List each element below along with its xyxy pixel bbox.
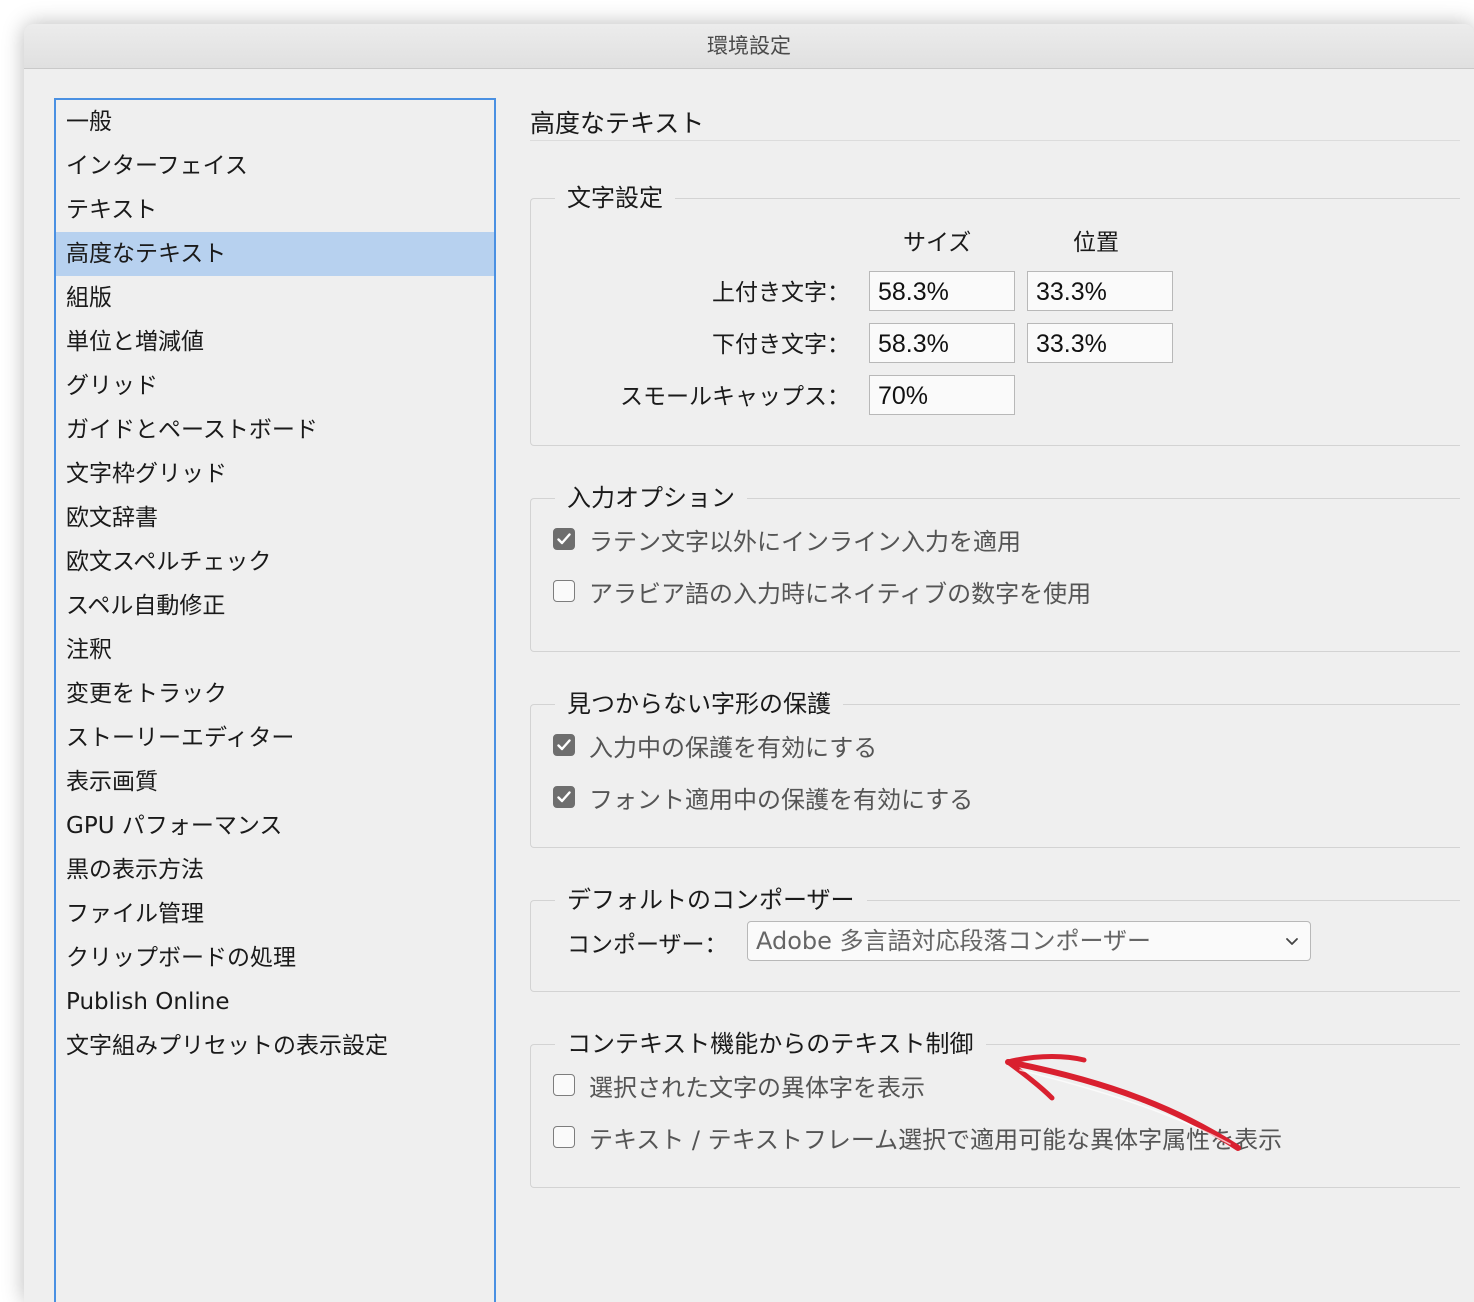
sidebar-item[interactable]: インターフェイス [56, 144, 494, 188]
sidebar-item[interactable]: 黒の表示方法 [56, 848, 494, 892]
composer-select[interactable]: Adobe 多言語対応段落コンポーザー [747, 921, 1311, 961]
show-frame-alternates-checkbox[interactable] [553, 1126, 575, 1148]
sidebar-item[interactable]: 一般 [56, 100, 494, 144]
show-alternates-checkbox[interactable] [553, 1074, 575, 1096]
sidebar-item[interactable]: 単位と増減値 [56, 320, 494, 364]
contextual-controls-legend: コンテキスト機能からのテキスト制御 [555, 1028, 986, 1060]
sidebar-item[interactable]: ガイドとペーストボード [56, 408, 494, 452]
sidebar-item[interactable]: クリップボードの処理 [56, 936, 494, 980]
sidebar-item[interactable]: 欧文辞書 [56, 496, 494, 540]
panel-title-divider [530, 140, 1460, 141]
checkmark-icon [557, 791, 571, 803]
sidebar-item[interactable]: 文字枠グリッド [56, 452, 494, 496]
show-alternates-checkbox-row[interactable]: 選択された文字の異体字を表示 [553, 1069, 925, 1102]
native-digits-label: アラビア語の入力時にネイティブの数字を使用 [589, 579, 1092, 608]
protect-typing-checkbox-row[interactable]: 入力中の保護を有効にする [553, 729, 878, 762]
show-frame-alternates-checkbox-row[interactable]: テキスト / テキストフレーム選択で適用可能な異体字属性を表示 [553, 1121, 1283, 1154]
sidebar-list: 一般 インターフェイス テキスト 高度なテキスト 組版 単位と増減値 グリッド ガイドとペース… [56, 100, 494, 1068]
native-digits-checkbox[interactable] [553, 580, 575, 602]
subscript-size-field[interactable]: 58.3% [869, 323, 1015, 363]
inline-input-checkbox-row[interactable]: ラテン文字以外にインライン入力を適用 [553, 523, 1021, 556]
default-composer-legend: デフォルトのコンポーザー [555, 884, 867, 916]
window-title: 環境設定 [24, 24, 1474, 69]
native-digits-checkbox-row[interactable]: アラビア語の入力時にネイティブの数字を使用 [553, 575, 1092, 608]
protect-font-checkbox[interactable] [553, 786, 575, 808]
sidebar-item[interactable]: ファイル管理 [56, 892, 494, 936]
position-column-header: 位置 [1073, 230, 1119, 256]
missing-glyph-group: 見つからない字形の保護 入力中の保護を有効にする フォント適用中の保護を有効にす… [530, 688, 1460, 848]
sidebar-item[interactable]: GPU パフォーマンス [56, 804, 494, 848]
sidebar-item[interactable]: スペル自動修正 [56, 584, 494, 628]
sidebar-item[interactable]: 組版 [56, 276, 494, 320]
character-settings-group: 文字設定 サイズ 位置 上付き文字： 58.3% 33.3% 下付き文字： 58… [530, 182, 1460, 446]
sidebar-item[interactable]: 変更をトラック [56, 672, 494, 716]
superscript-size-field[interactable]: 58.3% [869, 271, 1015, 311]
protect-typing-checkbox[interactable] [553, 734, 575, 756]
composer-select-value: Adobe 多言語対応段落コンポーザー [756, 927, 1152, 955]
inline-input-checkbox[interactable] [553, 528, 575, 550]
small-caps-label: スモールキャップス： [620, 384, 850, 410]
sidebar-item[interactable]: ストーリーエディター [56, 716, 494, 760]
checkmark-icon [557, 533, 571, 545]
sidebar-item[interactable]: テキスト [56, 188, 494, 232]
sidebar-item[interactable]: 注釈 [56, 628, 494, 672]
sidebar-item[interactable]: グリッド [56, 364, 494, 408]
small-caps-size-field[interactable]: 70% [869, 375, 1015, 415]
protect-typing-label: 入力中の保護を有効にする [589, 733, 878, 762]
default-composer-group: デフォルトのコンポーザー コンポーザー： Adobe 多言語対応段落コンポーザー [530, 884, 1460, 992]
preferences-window: 環境設定 一般 インターフェイス テキスト 高度なテキスト 組版 単位と増減値 グリッド ガイ… [24, 24, 1474, 1302]
chevron-down-icon [1286, 938, 1298, 945]
preferences-sidebar[interactable]: 一般 インターフェイス テキスト 高度なテキスト 組版 単位と増減値 グリッド ガイドとペース… [54, 98, 496, 1302]
superscript-label: 上付き文字： [712, 280, 850, 306]
missing-glyph-legend: 見つからない字形の保護 [555, 688, 843, 720]
checkmark-icon [557, 739, 571, 751]
sidebar-item[interactable]: 文字組みプリセットの表示設定 [56, 1024, 494, 1068]
sidebar-item[interactable]: 表示画質 [56, 760, 494, 804]
superscript-position-field[interactable]: 33.3% [1027, 271, 1173, 311]
protect-font-checkbox-row[interactable]: フォント適用中の保護を有効にする [553, 781, 974, 814]
sidebar-item[interactable]: 欧文スペルチェック [56, 540, 494, 584]
sidebar-item[interactable]: 高度なテキスト [56, 232, 494, 276]
input-options-legend: 入力オプション [555, 482, 747, 514]
show-alternates-label: 選択された文字の異体字を表示 [589, 1073, 925, 1102]
subscript-label: 下付き文字： [712, 332, 850, 358]
subscript-position-field[interactable]: 33.3% [1027, 323, 1173, 363]
contextual-controls-group: コンテキスト機能からのテキスト制御 選択された文字の異体字を表示 テキスト / … [530, 1028, 1460, 1188]
sidebar-item[interactable]: Publish Online [56, 980, 494, 1024]
character-settings-legend: 文字設定 [555, 182, 675, 214]
size-column-header: サイズ [903, 230, 972, 256]
protect-font-label: フォント適用中の保護を有効にする [589, 785, 974, 814]
show-frame-alternates-label: テキスト / テキストフレーム選択で適用可能な異体字属性を表示 [589, 1125, 1283, 1154]
input-options-group: 入力オプション ラテン文字以外にインライン入力を適用 アラビア語の入力時にネイテ… [530, 482, 1460, 652]
composer-label: コンポーザー： [567, 932, 728, 958]
inline-input-label: ラテン文字以外にインライン入力を適用 [589, 527, 1021, 556]
panel-title: 高度なテキスト [530, 109, 705, 138]
